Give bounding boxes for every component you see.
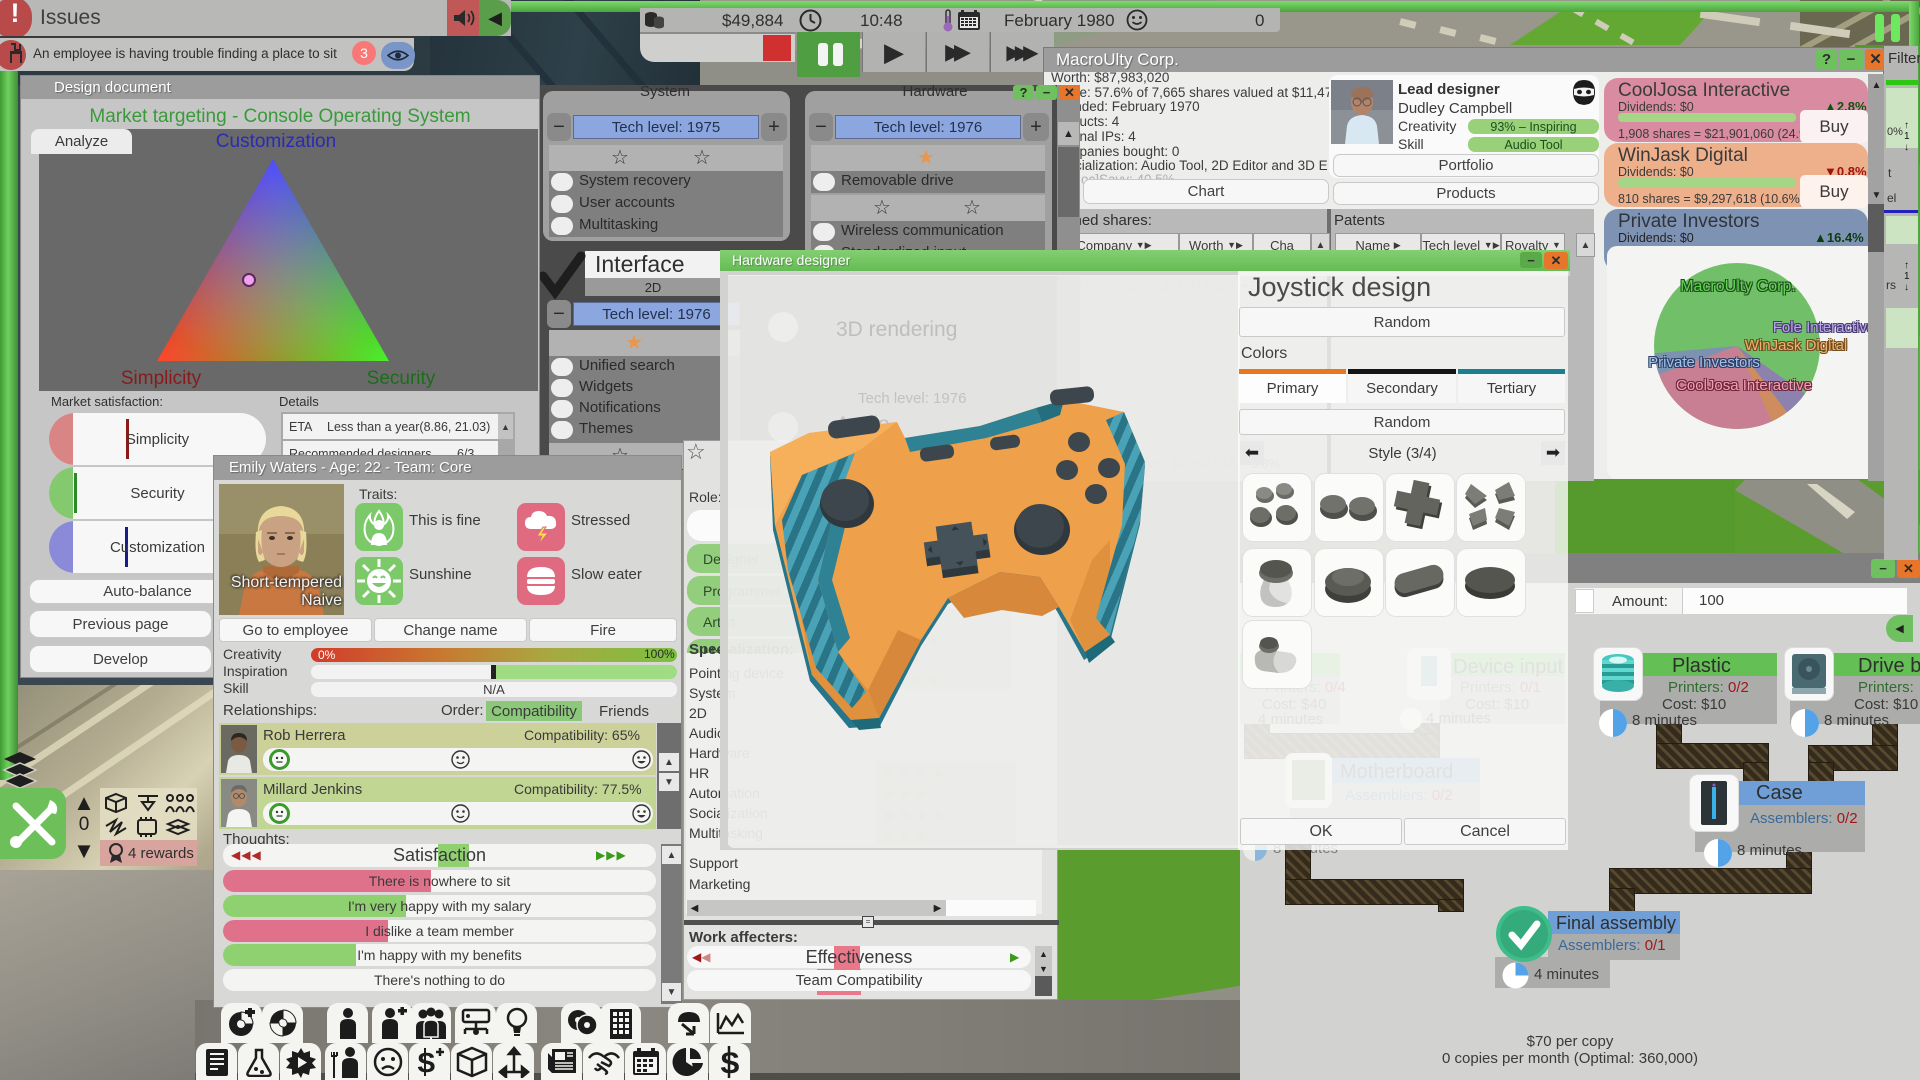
svg-text:S: S (417, 1047, 436, 1078)
